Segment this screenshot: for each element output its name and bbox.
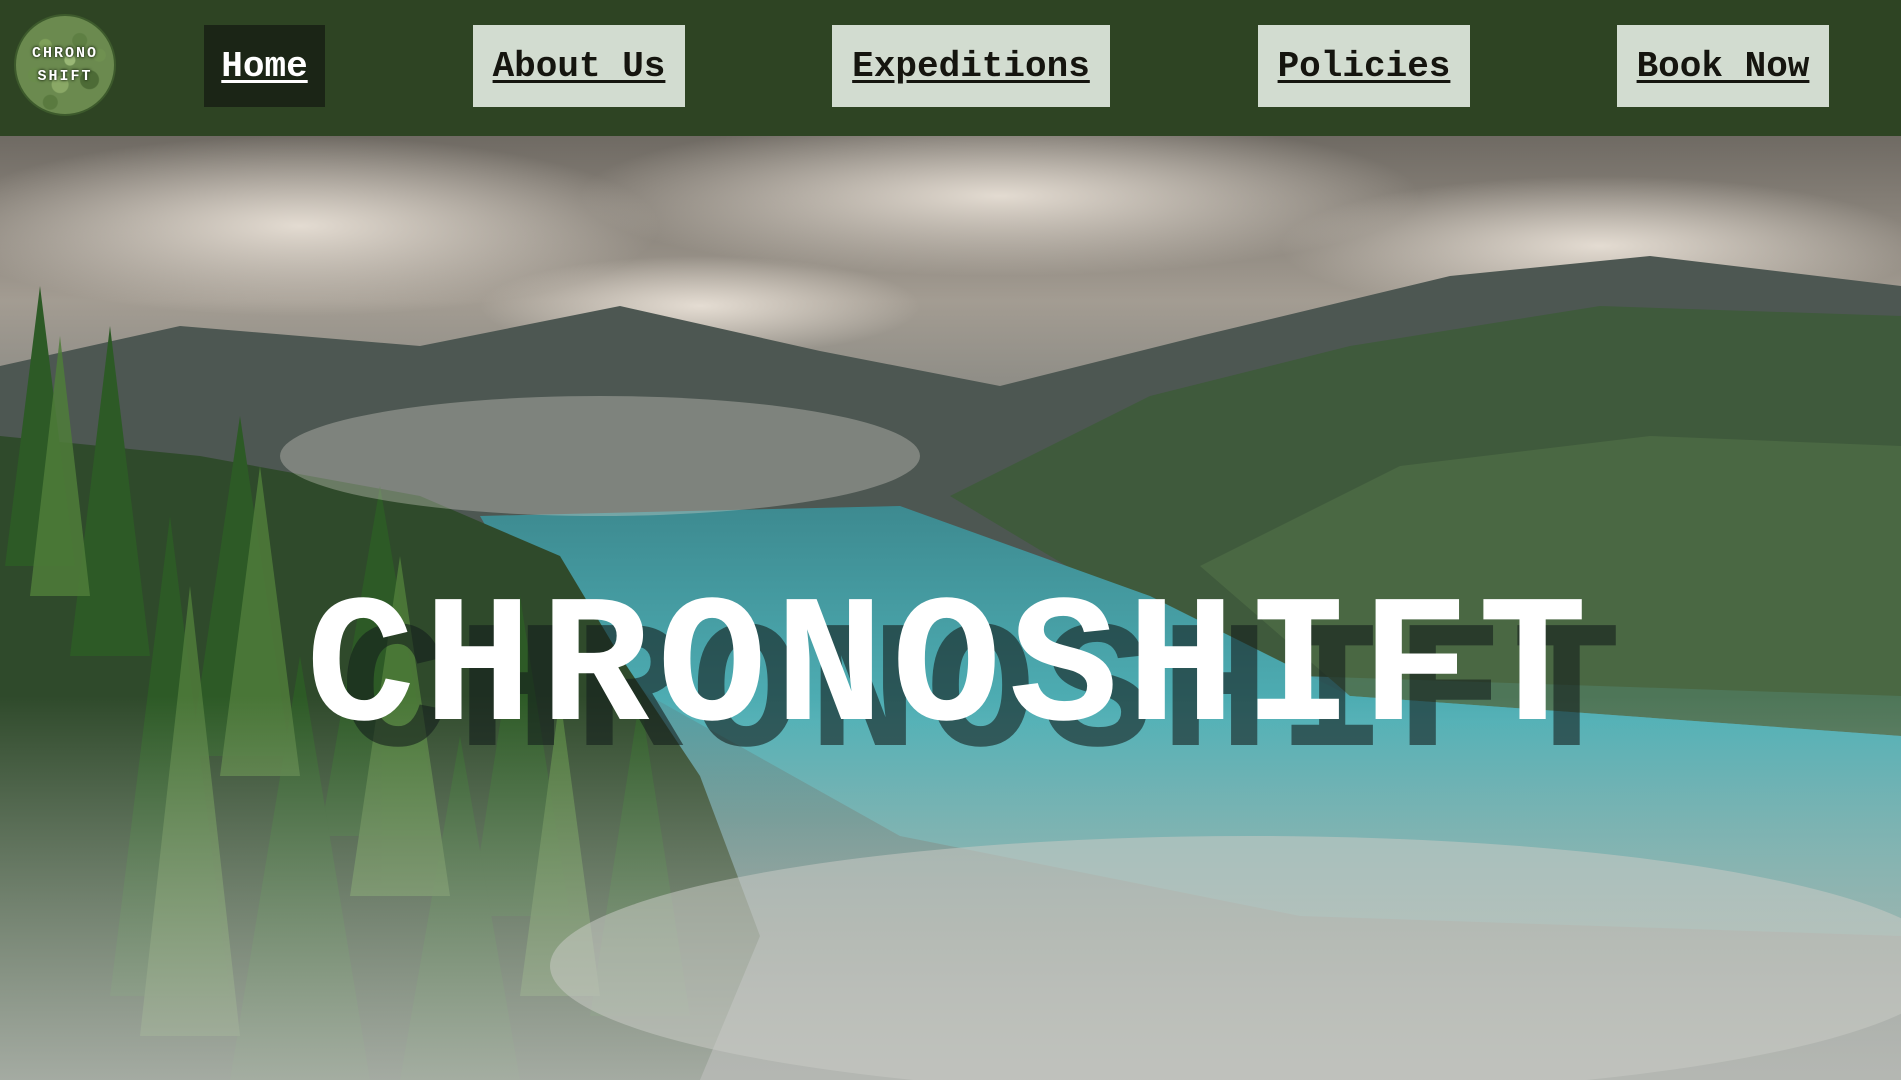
hero-banner: CHRONOSHIFT bbox=[0, 136, 1901, 1080]
logo[interactable]: CHRONO SHIFT bbox=[14, 14, 116, 116]
logo-text-line2: SHIFT bbox=[37, 68, 93, 85]
nav-expeditions-button[interactable]: Expeditions bbox=[832, 25, 1110, 107]
nav-book-now-button[interactable]: Book Now bbox=[1617, 25, 1829, 107]
nav-home-button[interactable]: Home bbox=[204, 25, 325, 107]
nav-policies-button[interactable]: Policies bbox=[1258, 25, 1470, 107]
hero-title: CHRONOSHIFT bbox=[305, 567, 1596, 774]
nav-about-us-button[interactable]: About Us bbox=[473, 25, 685, 107]
logo-text-line1: CHRONO bbox=[31, 45, 98, 62]
top-navigation-bar: CHRONO SHIFT Home About Us Expeditions P… bbox=[0, 0, 1901, 136]
